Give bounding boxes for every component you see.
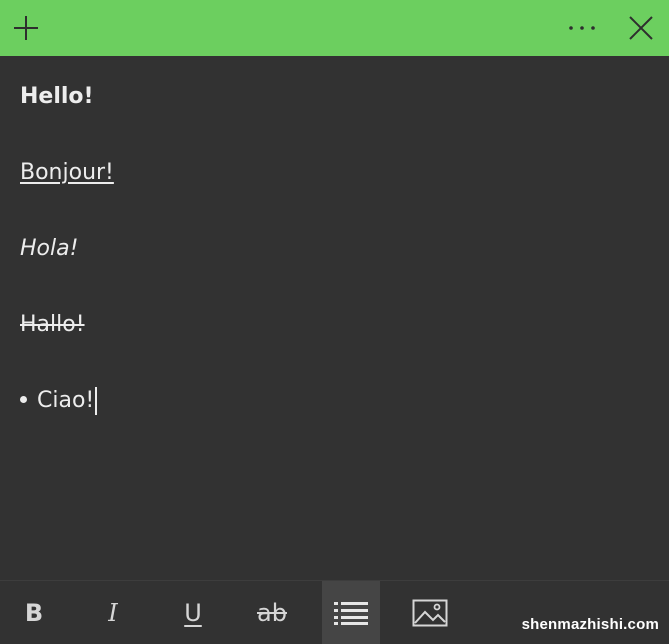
more-icon [569, 26, 595, 30]
new-note-button[interactable] [0, 0, 52, 56]
note-line-underline: Bonjour! [20, 160, 114, 185]
note-line-bullet: Ciao! [20, 386, 98, 416]
title-bar [0, 0, 669, 56]
bullet-icon [20, 395, 27, 403]
plus-icon [14, 16, 38, 40]
watermark: shenmazhishi.com [521, 616, 659, 633]
bold-button[interactable]: B [5, 581, 63, 644]
text-cursor [95, 387, 98, 415]
insert-image-button[interactable] [401, 581, 459, 644]
image-icon [412, 599, 448, 627]
strikethrough-button[interactable]: ab [243, 581, 301, 644]
italic-button[interactable]: I [84, 581, 142, 644]
sticky-note-window: Hello! Bonjour! Hola! Hallo! Ciao! B I U… [0, 0, 669, 644]
note-line-italic: Hola! [20, 236, 79, 261]
note-line-bold: Hello! [20, 84, 94, 109]
close-button[interactable] [615, 0, 667, 56]
format-toolbar: B I U ab [0, 580, 669, 644]
menu-button[interactable] [556, 0, 608, 56]
note-text-area[interactable]: Hello! Bonjour! Hola! Hallo! Ciao! [0, 56, 669, 580]
close-icon [629, 16, 653, 40]
bullet-list-button[interactable] [322, 581, 380, 644]
underline-button[interactable]: U [164, 581, 222, 644]
note-line-strikethrough: Hallo! [20, 312, 85, 337]
bullet-list-icon [334, 602, 368, 625]
bullet-text: Ciao! [37, 388, 95, 413]
